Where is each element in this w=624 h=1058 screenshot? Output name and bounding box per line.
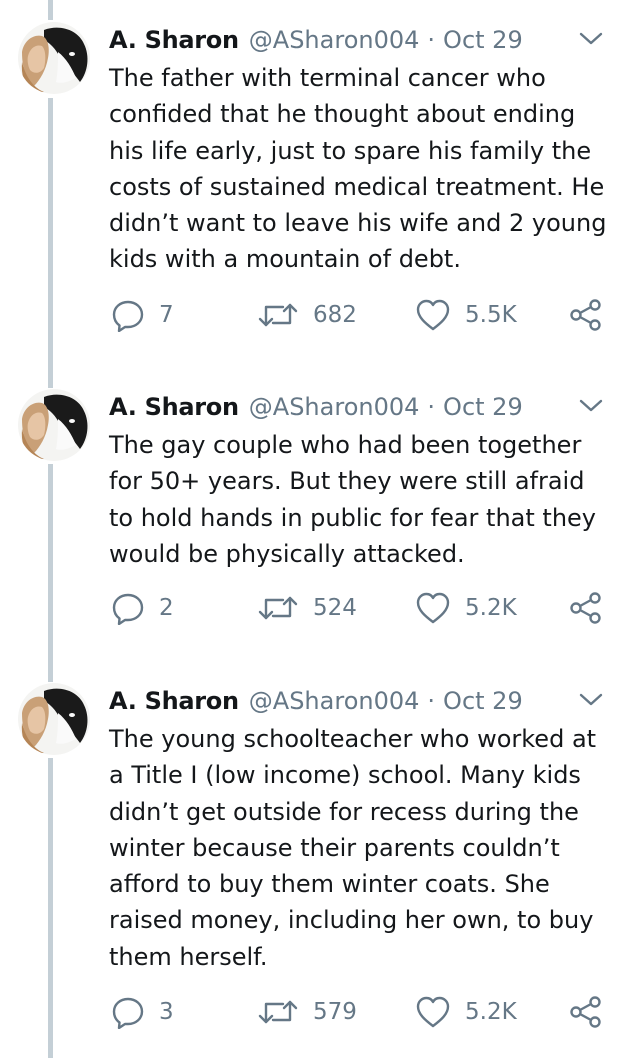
reply-icon	[111, 298, 145, 332]
share-button[interactable]	[569, 295, 603, 335]
author-name[interactable]: A. Sharon	[109, 26, 239, 54]
tweet-actions: 2 524 5.2K	[109, 588, 609, 628]
tweet-text: The father with terminal cancer who conf…	[109, 64, 607, 274]
retweet-icon	[257, 298, 299, 332]
share-icon	[569, 298, 603, 332]
retweet-count: 579	[313, 999, 357, 1025]
like-count: 5.5K	[465, 302, 517, 328]
share-button[interactable]	[569, 992, 603, 1032]
tweet[interactable]: A. Sharon @ASharon004 · Oct 29 The fathe…	[0, 22, 624, 362]
tweet-text: The gay couple who had been together for…	[109, 431, 596, 568]
heart-icon	[415, 591, 451, 625]
reply-count: 3	[159, 999, 174, 1025]
retweet-count: 682	[313, 302, 357, 328]
author-handle[interactable]: @ASharon004	[249, 687, 420, 715]
retweet-count: 524	[313, 595, 357, 621]
tweet-actions: 3 579 5.2K	[109, 992, 609, 1032]
reply-count: 7	[159, 302, 174, 328]
tweet-date[interactable]: Oct 29	[443, 687, 523, 715]
separator: ·	[427, 26, 436, 54]
retweet-button[interactable]: 524	[257, 588, 357, 628]
heart-icon	[415, 298, 451, 332]
tweet[interactable]: A. Sharon @ASharon004 · Oct 29 The gay c…	[0, 389, 624, 649]
like-count: 5.2K	[465, 999, 517, 1025]
tweet-header: A. Sharon @ASharon004 · Oct 29	[109, 683, 523, 719]
tweet-header: A. Sharon @ASharon004 · Oct 29	[109, 22, 523, 58]
chevron-down-icon[interactable]	[578, 689, 604, 711]
separator: ·	[427, 393, 436, 421]
avatar[interactable]	[18, 683, 90, 755]
thread-line	[48, 0, 53, 20]
retweet-button[interactable]: 579	[257, 992, 357, 1032]
tweet-text: The young schoolteacher who worked at a …	[109, 725, 597, 971]
chevron-down-icon[interactable]	[578, 28, 604, 50]
share-icon	[569, 591, 603, 625]
reply-icon	[111, 591, 145, 625]
like-button[interactable]: 5.5K	[415, 295, 517, 335]
reply-count: 2	[159, 595, 174, 621]
retweet-button[interactable]: 682	[257, 295, 357, 335]
author-handle[interactable]: @ASharon004	[249, 393, 420, 421]
tweet-actions: 7 682 5.5K	[109, 295, 609, 335]
like-button[interactable]: 5.2K	[415, 992, 517, 1032]
share-icon	[569, 995, 603, 1029]
reply-button[interactable]: 2	[111, 588, 174, 628]
separator: ·	[427, 687, 436, 715]
reply-button[interactable]: 3	[111, 992, 174, 1032]
tweet-date[interactable]: Oct 29	[443, 393, 523, 421]
avatar[interactable]	[18, 389, 90, 461]
heart-icon	[415, 995, 451, 1029]
reply-button[interactable]: 7	[111, 295, 174, 335]
author-name[interactable]: A. Sharon	[109, 393, 239, 421]
like-button[interactable]: 5.2K	[415, 588, 517, 628]
share-button[interactable]	[569, 588, 603, 628]
retweet-icon	[257, 591, 299, 625]
avatar[interactable]	[18, 22, 90, 94]
retweet-icon	[257, 995, 299, 1029]
author-handle[interactable]: @ASharon004	[249, 26, 420, 54]
tweet-header: A. Sharon @ASharon004 · Oct 29	[109, 389, 523, 425]
tweet[interactable]: A. Sharon @ASharon004 · Oct 29 The young…	[0, 683, 624, 1053]
like-count: 5.2K	[465, 595, 517, 621]
author-name[interactable]: A. Sharon	[109, 687, 239, 715]
reply-icon	[111, 995, 145, 1029]
chevron-down-icon[interactable]	[578, 395, 604, 417]
tweet-date[interactable]: Oct 29	[443, 26, 523, 54]
